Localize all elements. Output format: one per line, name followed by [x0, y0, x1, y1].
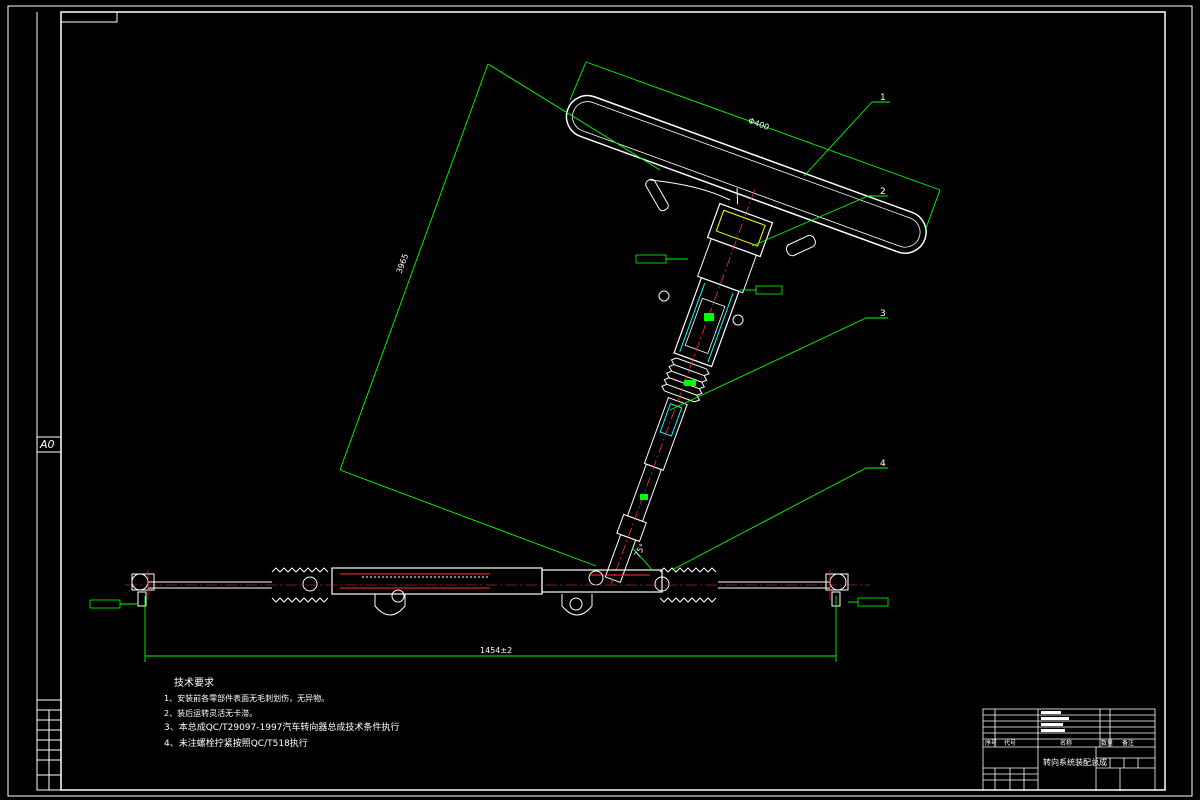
tolerance-tags — [89, 254, 889, 609]
title-block-col-code: 代号 — [1004, 739, 1016, 747]
title-block-col-name: 名称 — [1060, 739, 1072, 747]
balloon-1: 1 — [880, 93, 886, 103]
tie-rod-end-left — [131, 573, 155, 607]
tech-requirement-4: 4、未注螺栓拧紧按照QC/T518执行 — [164, 737, 308, 749]
tie-rod-end-right — [825, 573, 849, 607]
balloon-4: 4 — [880, 459, 886, 469]
binding-strip: A0 — [36, 12, 62, 791]
title-block-col-qty: 数量 — [1101, 739, 1113, 747]
drawing-title: 转向系统装配总成 — [1043, 757, 1107, 767]
revision-strip — [36, 699, 62, 791]
tech-requirements: 技术要求 1、安装前各零部件表面无毛刺划伤，无异物。 2、装后运转灵活无卡滞。 … — [164, 676, 399, 749]
parts-list-fill — [1041, 711, 1069, 732]
wheel-diameter-label: Φ400 — [747, 116, 770, 132]
drawing-canvas: A0 Φ400 3965 1454±2 75° 1 2 3 4 技术要求 1、安… — [7, 5, 1193, 797]
balloon-2: 2 — [880, 187, 886, 197]
sheet-size-label: A0 — [39, 438, 55, 451]
title-block-col-seq: 序号 — [985, 739, 997, 747]
track-width-label: 1454±2 — [480, 646, 512, 655]
column-length-label: 3965 — [395, 252, 410, 274]
steering-column — [604, 189, 774, 585]
title-block-col-remark: 备注 — [1122, 739, 1134, 747]
angle-label: 75° — [633, 542, 648, 559]
title-block — [982, 708, 1156, 791]
dimension-lines — [120, 61, 941, 662]
tech-requirements-heading: 技术要求 — [174, 676, 214, 689]
drawing-number-box — [60, 11, 118, 23]
tech-requirement-3: 3、本总成QC/T29097-1997汽车转向器总成技术条件执行 — [164, 721, 399, 733]
column-levers — [640, 178, 816, 500]
steering-gear-rack — [125, 567, 870, 616]
tech-requirement-1: 1、安装前各零部件表面无毛刺划伤，无异物。 — [164, 693, 329, 703]
balloon-3: 3 — [880, 309, 886, 319]
tech-requirement-2: 2、装后运转灵活无卡滞。 — [164, 708, 257, 718]
sheet-inner-frame — [60, 11, 1166, 791]
